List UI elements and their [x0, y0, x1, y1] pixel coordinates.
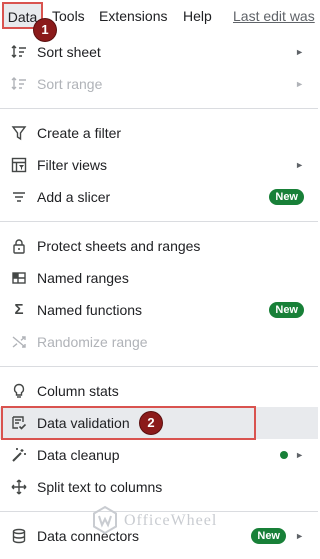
submenu-arrow-icon: ►: [295, 47, 304, 57]
menu-item-filter-views[interactable]: Filter views ►: [0, 149, 318, 181]
menu-item-label: Protect sheets and ranges: [37, 238, 201, 254]
menu-item-label: Column stats: [37, 383, 119, 399]
menu-item-create-filter[interactable]: Create a filter: [0, 117, 318, 149]
step-2-badge: 2: [140, 412, 162, 434]
lightbulb-icon: [11, 383, 27, 399]
new-badge: New: [269, 189, 304, 205]
menu-item-sort-sheet[interactable]: Sort sheet ►: [0, 36, 318, 68]
menu-help[interactable]: Help: [183, 8, 212, 24]
sort-icon: [11, 76, 27, 92]
menu-tools[interactable]: Tools: [52, 8, 85, 24]
menu-item-label: Sort sheet: [37, 44, 101, 60]
menu-divider: [0, 366, 318, 367]
menu-item-add-slicer[interactable]: Add a slicer New: [0, 181, 318, 213]
menu-item-named-functions[interactable]: Σ Named functions New: [0, 294, 318, 326]
menu-item-label: Filter views: [37, 157, 108, 173]
split-columns-icon: [11, 479, 27, 495]
menu-divider: [0, 221, 318, 222]
menu-item-label: Data validation: [37, 415, 130, 431]
menu-item-label: Sort range: [37, 76, 103, 92]
menu-item-label: Split text to columns: [37, 479, 163, 495]
menu-item-protect-sheets[interactable]: Protect sheets and ranges: [0, 230, 318, 262]
menu-item-named-ranges[interactable]: Named ranges: [0, 262, 318, 294]
submenu-arrow-icon: ►: [295, 531, 304, 541]
submenu-arrow-icon: ►: [295, 79, 304, 89]
menu-item-column-stats[interactable]: Column stats: [0, 375, 318, 407]
database-icon: [11, 528, 27, 544]
new-badge: New: [251, 528, 286, 544]
menu-extensions[interactable]: Extensions: [99, 8, 167, 24]
sort-icon: [11, 44, 27, 60]
data-validation-icon: [11, 415, 27, 431]
menu-item-randomize-range: Randomize range: [0, 326, 318, 358]
sigma-icon: Σ: [14, 301, 24, 318]
menu-item-label: Add a slicer: [37, 189, 111, 205]
magic-wand-icon: [11, 447, 27, 463]
slicer-icon: [11, 189, 27, 205]
menu-item-data-cleanup[interactable]: Data cleanup ►: [0, 439, 318, 471]
filter-views-icon: [11, 157, 27, 173]
submenu-arrow-icon: ►: [295, 160, 304, 170]
menu-item-label: Named ranges: [37, 270, 129, 286]
watermark: OfficeWheel: [90, 505, 240, 535]
shuffle-icon: [11, 334, 27, 350]
menu-item-sort-range: Sort range ►: [0, 68, 318, 100]
new-badge: New: [269, 302, 304, 318]
menu-divider: [0, 108, 318, 109]
menu-item-label: Create a filter: [37, 125, 122, 141]
lock-icon: [11, 238, 27, 254]
menu-item-label: Named functions: [37, 302, 143, 318]
status-dot: [280, 451, 288, 459]
watermark-logo-icon: [93, 505, 117, 535]
last-edit-link[interactable]: Last edit was: [233, 8, 315, 24]
named-ranges-icon: [11, 270, 27, 286]
menu-item-split-text[interactable]: Split text to columns: [0, 471, 318, 503]
filter-icon: [11, 125, 27, 141]
menu-item-label: Data cleanup: [37, 447, 120, 463]
watermark-text: OfficeWheel: [124, 512, 218, 529]
submenu-arrow-icon: ►: [295, 450, 304, 460]
menu-item-label: Randomize range: [37, 334, 148, 350]
